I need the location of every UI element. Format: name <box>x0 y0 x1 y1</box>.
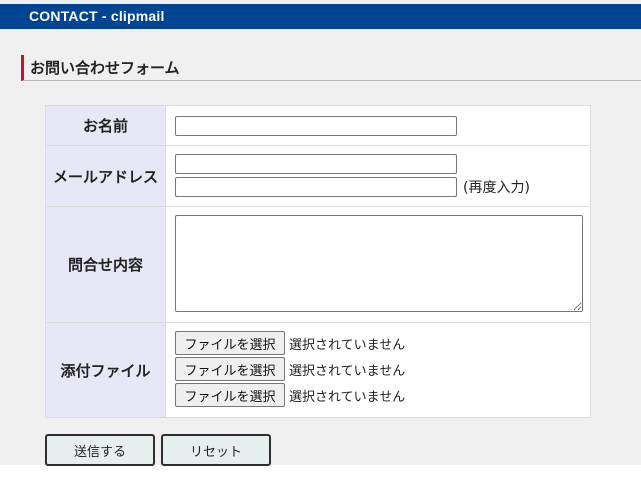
form-row-message: 問合せ内容 <box>46 207 590 323</box>
file-input-2: ファイルを選択 選択されていません <box>175 357 405 381</box>
message-textarea[interactable] <box>175 215 583 312</box>
choose-file-button[interactable]: ファイルを選択 <box>175 331 285 355</box>
section-title: お問い合わせフォーム <box>30 59 180 77</box>
reset-button[interactable]: リセット <box>161 434 271 466</box>
file-status: 選択されていません <box>289 337 406 353</box>
form-row-email: メールアドレス (再度入力) <box>46 146 590 207</box>
name-value-cell <box>167 106 590 145</box>
attach-value-cell: ファイルを選択 選択されていません ファイルを選択 選択されていません ファイル… <box>167 323 590 417</box>
contact-form-table: お名前 メールアドレス (再度入力) 問合せ内容 添付ファイル ファイルを選択 … <box>45 105 591 418</box>
header-title: CONTACT - clipmail <box>29 8 165 24</box>
name-label: お名前 <box>46 106 166 145</box>
email-value-cell: (再度入力) <box>167 146 590 206</box>
file-status: 選択されていません <box>289 389 406 405</box>
email-confirm-note: (再度入力) <box>463 180 530 196</box>
form-row-name: お名前 <box>46 106 590 146</box>
file-input-3: ファイルを選択 選択されていません <box>175 383 405 407</box>
submit-button[interactable]: 送信する <box>45 434 155 466</box>
email-label: メールアドレス <box>46 146 166 206</box>
choose-file-button[interactable]: ファイルを選択 <box>175 383 285 407</box>
section-heading: お問い合わせフォーム <box>21 55 641 81</box>
name-input[interactable] <box>175 116 457 136</box>
form-row-attachments: 添付ファイル ファイルを選択 選択されていません ファイルを選択 選択されていま… <box>46 323 590 417</box>
attach-label: 添付ファイル <box>46 323 166 417</box>
message-label: 問合せ内容 <box>46 207 166 322</box>
file-status: 選択されていません <box>289 363 406 379</box>
message-value-cell <box>167 207 590 322</box>
email-input[interactable] <box>175 154 457 174</box>
email-confirm-input[interactable] <box>175 177 457 197</box>
choose-file-button[interactable]: ファイルを選択 <box>175 357 285 381</box>
file-input-1: ファイルを選択 選択されていません <box>175 331 405 355</box>
site-header: CONTACT - clipmail <box>0 4 641 29</box>
